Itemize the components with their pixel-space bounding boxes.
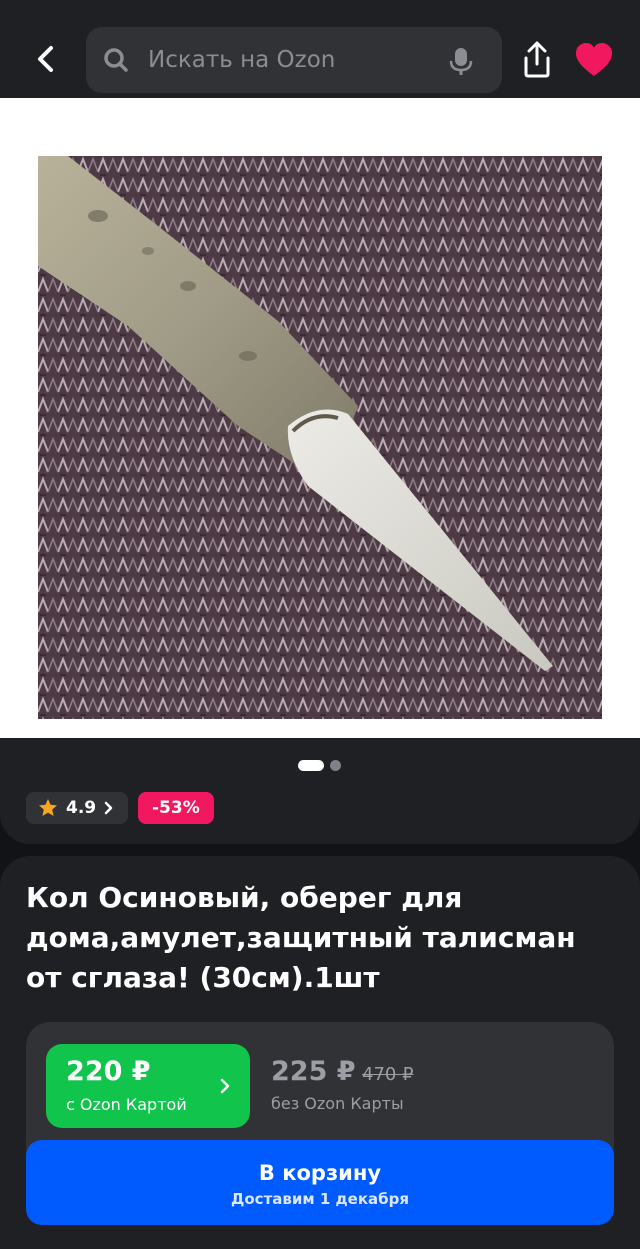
regular-price-label: без Ozon Карты xyxy=(271,1094,404,1113)
old-price: 470 ₽ xyxy=(362,1064,414,1085)
ozon-card-price-label: с Ozon Картой xyxy=(66,1095,187,1114)
product-gallery[interactable] xyxy=(0,98,640,814)
regular-price: 225 ₽ xyxy=(271,1056,356,1087)
add-to-cart-label: В корзину xyxy=(258,1160,382,1185)
ozon-card-price: 220 ₽ xyxy=(66,1056,151,1087)
product-photo xyxy=(38,156,602,719)
carousel-dot[interactable] xyxy=(330,760,341,771)
carousel-dot-active[interactable] xyxy=(298,760,324,771)
product-badges-panel: 4.9 -53% xyxy=(0,738,640,844)
carousel-indicator xyxy=(298,760,341,771)
search-input[interactable] xyxy=(146,35,446,85)
star-icon xyxy=(39,799,57,816)
search-icon xyxy=(104,48,128,72)
rating-badge[interactable]: 4.9 xyxy=(26,792,129,824)
rating-value: 4.9 xyxy=(66,798,97,818)
delivery-date: Доставим 1 декабря xyxy=(231,1189,409,1208)
chevron-left-icon xyxy=(38,46,53,72)
top-bar xyxy=(0,0,640,98)
product-title: Кол Осиновый, оберег для дома,амулет,защ… xyxy=(26,881,576,994)
microphone-icon[interactable] xyxy=(448,46,474,76)
chevron-right-icon xyxy=(104,801,113,815)
discount-badge: -53% xyxy=(138,792,214,824)
add-to-cart-button[interactable]: В корзину Доставим 1 декабря xyxy=(26,1140,614,1225)
back-button[interactable] xyxy=(24,38,66,80)
heart-icon[interactable] xyxy=(574,42,614,78)
share-icon[interactable] xyxy=(518,40,556,80)
ozon-card-price-button[interactable]: 220 ₽ с Ozon Картой xyxy=(46,1044,250,1128)
search-bar[interactable] xyxy=(86,27,502,93)
chevron-right-icon xyxy=(220,1078,230,1094)
